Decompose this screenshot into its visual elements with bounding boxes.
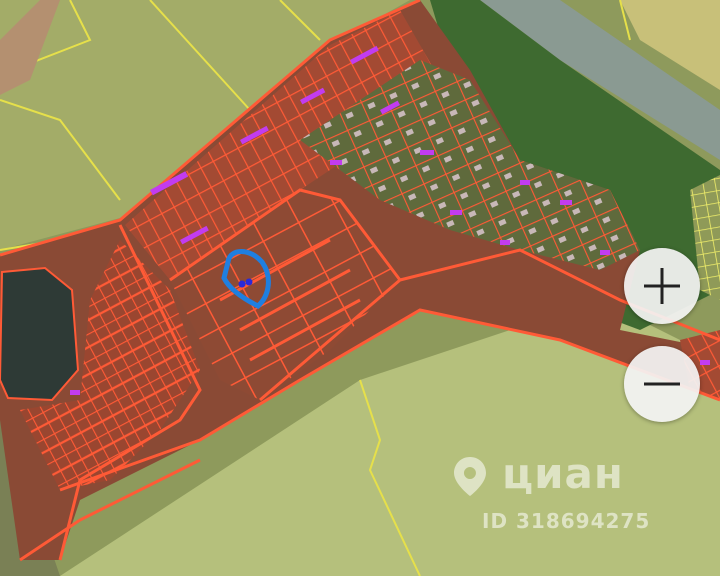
satellite-map[interactable]: [0, 0, 720, 576]
pond: [0, 266, 80, 402]
zoom-out-button[interactable]: [624, 346, 700, 422]
zoom-in-button[interactable]: [624, 248, 700, 324]
minus-icon: [644, 382, 680, 386]
plus-icon: [644, 268, 680, 304]
